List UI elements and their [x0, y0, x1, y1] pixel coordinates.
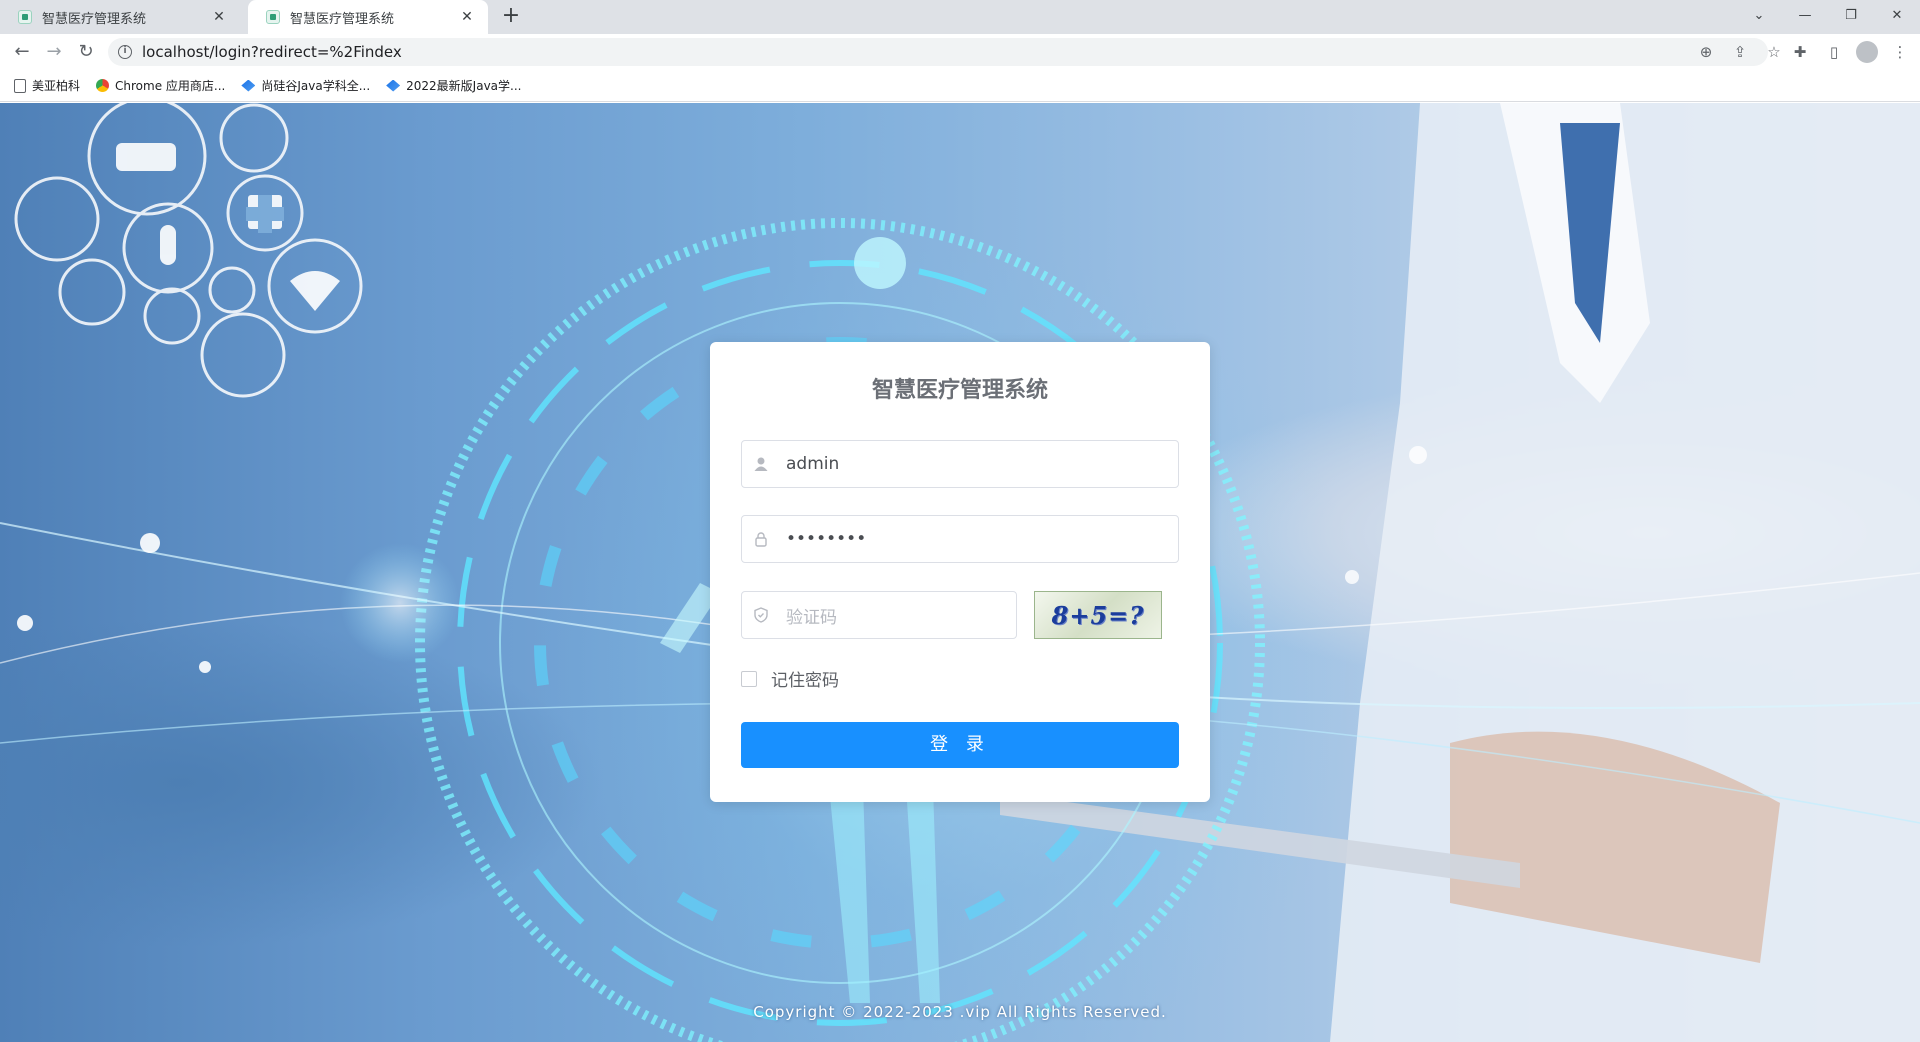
- captcha-placeholder: 验证码: [786, 607, 837, 628]
- login-button[interactable]: 登 录: [741, 722, 1179, 768]
- site-info-icon[interactable]: i: [118, 45, 132, 59]
- bookmark-item[interactable]: 美亚柏科: [14, 77, 80, 94]
- bookmark-star-icon[interactable]: ☆: [1764, 42, 1784, 62]
- bookmark-item[interactable]: Chrome 应用商店...: [96, 77, 225, 94]
- bookmark-icon: [241, 79, 256, 92]
- remember-label: 记住密码: [771, 671, 839, 691]
- url-text: localhost/login?redirect=%2Findex: [142, 43, 402, 61]
- new-tab-button[interactable]: +: [498, 5, 524, 29]
- browser-toolbar: ← → ↻ i localhost/login?redirect=%2Finde…: [0, 34, 1920, 70]
- site-favicon-icon: [266, 10, 280, 24]
- close-window-icon[interactable]: ✕: [1874, 0, 1920, 30]
- bookmark-item[interactable]: 尚硅谷Java学科全...: [241, 77, 370, 94]
- restore-icon[interactable]: ❐: [1828, 0, 1874, 30]
- tab-title: 智慧医疗管理系统: [42, 11, 147, 27]
- toolbar-right: ✚ ▯ ⋮: [1788, 40, 1912, 64]
- reload-icon[interactable]: ↻: [74, 40, 98, 64]
- share-icon[interactable]: ⇪: [1730, 42, 1750, 62]
- address-bar-actions: ⊕ ⇪ ☆: [1696, 42, 1784, 62]
- bookmark-label: 尚硅谷Java学科全...: [261, 79, 371, 93]
- tab-title: 智慧医疗管理系统: [290, 11, 395, 27]
- site-favicon-icon: [18, 10, 32, 24]
- close-tab-icon[interactable]: ✕: [458, 8, 476, 26]
- menu-icon[interactable]: ⋮: [1888, 40, 1912, 64]
- captcha-image[interactable]: 8+5=?: [1034, 591, 1162, 639]
- bookmarks-bar: 美亚柏科 Chrome 应用商店... 尚硅谷Java学科全... 2022最新…: [0, 70, 1920, 102]
- profile-avatar-icon[interactable]: [1856, 41, 1878, 63]
- login-card: 智慧医疗管理系统 admin •••••••• 验证码 8+5=? 记住密码 登…: [710, 342, 1210, 802]
- lock-icon: [752, 530, 770, 548]
- remember-checkbox[interactable]: [741, 670, 757, 687]
- password-value: ••••••••: [786, 529, 867, 549]
- user-icon: [752, 455, 770, 473]
- bookmark-item[interactable]: 2022最新版Java学...: [386, 77, 521, 94]
- login-page: 智慧医疗管理系统 admin •••••••• 验证码 8+5=? 记住密码 登…: [0, 103, 1920, 1042]
- bookmark-icon: [386, 79, 401, 92]
- shield-icon: [752, 606, 770, 624]
- copyright-footer: Copyright © 2022-2023 .vip All Rights Re…: [753, 1003, 1167, 1021]
- username-value: admin: [786, 454, 840, 474]
- captcha-input[interactable]: 验证码: [741, 591, 1017, 639]
- extensions-icon[interactable]: ✚: [1788, 40, 1812, 64]
- username-input[interactable]: admin: [741, 440, 1179, 488]
- zoom-icon[interactable]: ⊕: [1696, 42, 1716, 62]
- remember-password[interactable]: 记住密码: [741, 666, 839, 691]
- browser-tab-strip: 智慧医疗管理系统 ✕ 智慧医疗管理系统 ✕ + ⌄ — ❐ ✕: [0, 0, 1920, 34]
- bookmark-label: 美亚柏科: [32, 79, 81, 93]
- window-controls: ⌄ — ❐ ✕: [1736, 0, 1920, 30]
- side-panel-icon[interactable]: ▯: [1822, 40, 1846, 64]
- minimize-icon[interactable]: —: [1782, 0, 1828, 30]
- login-title: 智慧医疗管理系统: [871, 378, 1048, 403]
- address-bar[interactable]: i localhost/login?redirect=%2Findex: [108, 38, 1768, 66]
- bookmark-label: 2022最新版Java学...: [406, 79, 522, 93]
- tab-search-icon[interactable]: ⌄: [1736, 0, 1782, 30]
- forward-icon[interactable]: →: [42, 40, 66, 64]
- chrome-icon: [96, 79, 110, 92]
- close-tab-icon[interactable]: ✕: [210, 8, 228, 26]
- browser-tab-1[interactable]: 智慧医疗管理系统 ✕: [0, 0, 240, 34]
- bookmark-label: Chrome 应用商店...: [115, 79, 226, 93]
- browser-tab-2-active[interactable]: 智慧医疗管理系统 ✕: [248, 0, 488, 34]
- back-icon[interactable]: ←: [10, 40, 34, 64]
- password-input[interactable]: ••••••••: [741, 515, 1179, 563]
- page-icon: [14, 78, 26, 93]
